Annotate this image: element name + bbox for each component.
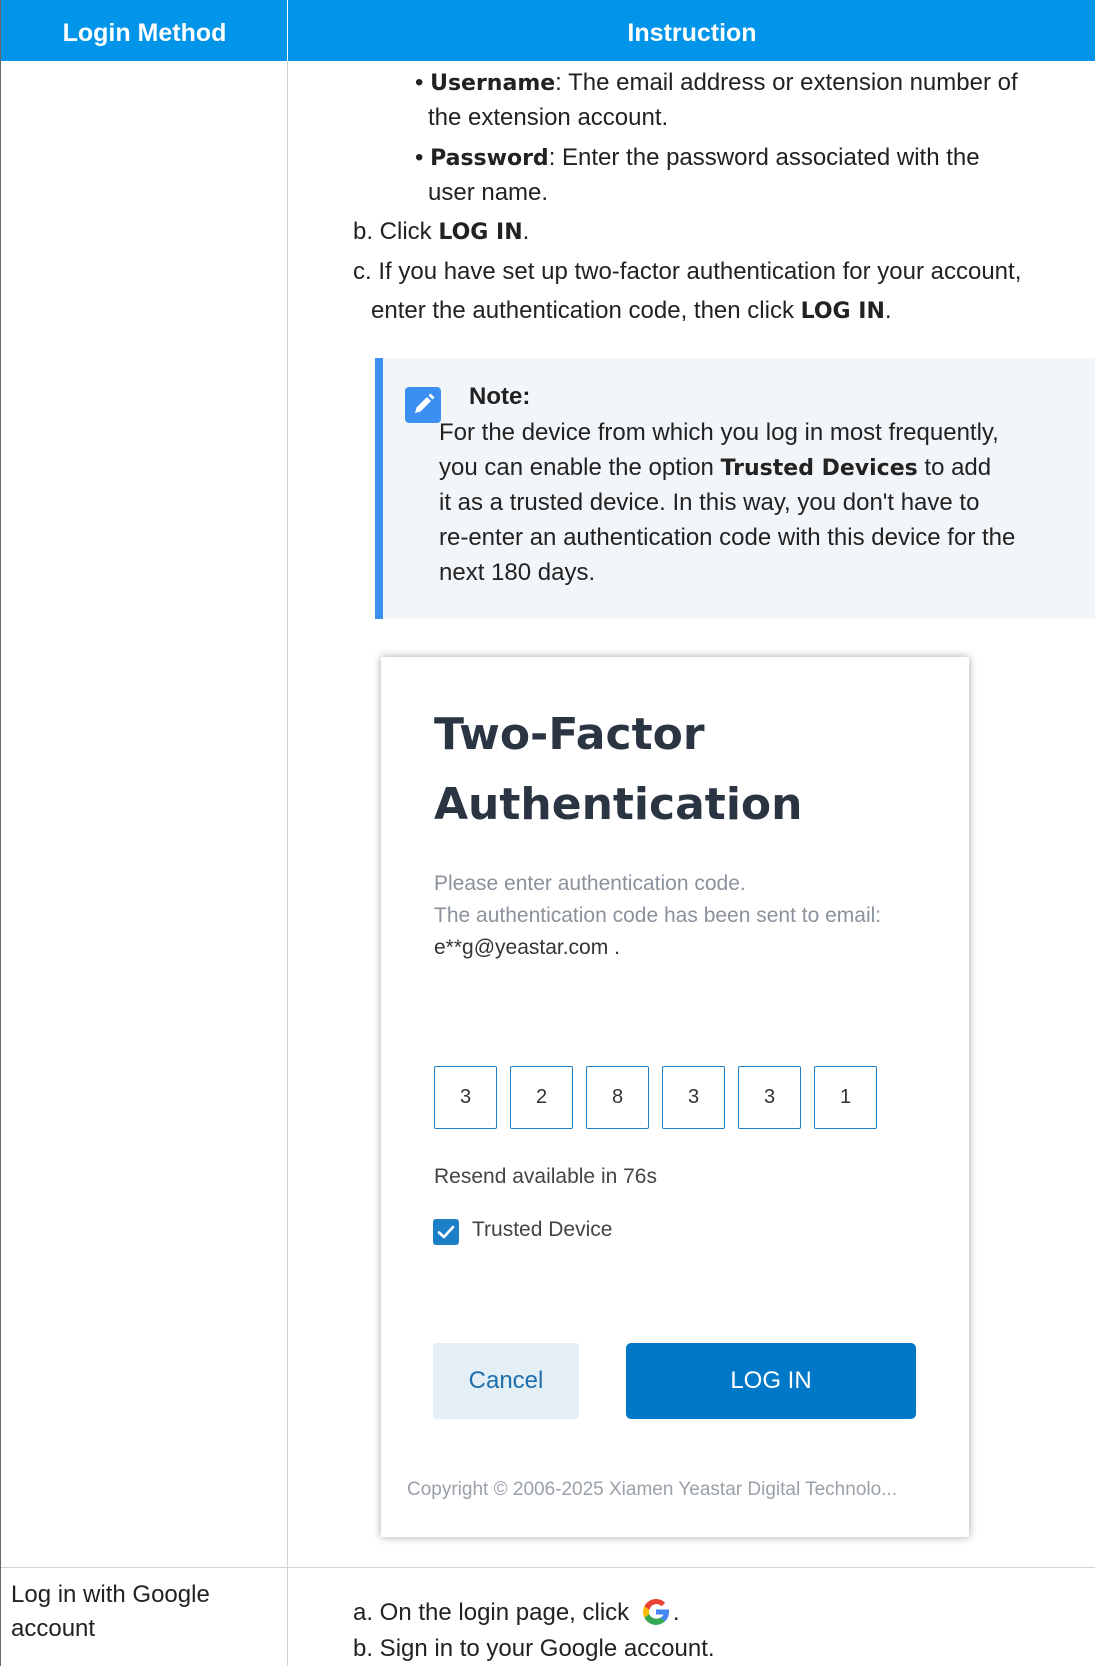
google-step-b: b. Sign in to your Google account. bbox=[353, 1635, 715, 1662]
bullet-username: • Username: The email address or extensi… bbox=[415, 69, 1018, 96]
trusted-device-checkbox[interactable] bbox=[433, 1219, 459, 1245]
google-step-a-suffix: . bbox=[672, 1599, 680, 1626]
row-divider bbox=[1, 1567, 1095, 1568]
code-digit-2[interactable]: 2 bbox=[510, 1066, 573, 1129]
dialog-title-line1: Two-Factor bbox=[434, 709, 705, 760]
username-desc-line2: the extension account. bbox=[428, 104, 669, 131]
note-line4: re-enter an authentication code with thi… bbox=[439, 524, 1016, 551]
password-term: Password bbox=[430, 146, 549, 171]
method-google-line2: account bbox=[11, 1615, 96, 1642]
step-b-bold: LOG IN bbox=[438, 220, 523, 245]
dialog-email: e**g@yeastar.com . bbox=[434, 936, 620, 959]
code-digit-1[interactable]: 3 bbox=[434, 1066, 497, 1129]
step-b-click-login: b. Click LOG IN. bbox=[353, 215, 529, 250]
google-step-a-text: a. On the login page, click bbox=[353, 1599, 636, 1626]
column-divider bbox=[287, 61, 288, 1666]
note-line3: it as a trusted device. In this way, you… bbox=[439, 489, 980, 516]
column-header-login-method: Login Method bbox=[62, 19, 227, 47]
code-digit-3[interactable]: 8 bbox=[586, 1066, 649, 1129]
copyright-text: Copyright © 2006-2025 Xiamen Yeastar Dig… bbox=[407, 1479, 898, 1500]
step-b-prefix: b. Click bbox=[353, 218, 439, 245]
step-b-suffix: . bbox=[522, 218, 530, 245]
login-methods-table: Login Method Instruction • Username: The… bbox=[0, 0, 1095, 1666]
resend-countdown: Resend available in 76s bbox=[434, 1165, 657, 1188]
login-button[interactable]: LOG IN bbox=[626, 1343, 916, 1419]
step-c-line2: enter the authentication code, then clic… bbox=[371, 294, 892, 329]
method-google-line1: Log in with Google bbox=[11, 1581, 210, 1608]
username-term: Username bbox=[430, 71, 556, 96]
username-desc-line1: : The email address or extension number … bbox=[555, 69, 1018, 96]
checkmark-icon bbox=[437, 1225, 455, 1239]
note-line2-suffix: to add bbox=[917, 454, 992, 481]
column-header-instruction: Instruction bbox=[627, 19, 757, 47]
two-factor-dialog-screenshot: Two-Factor Authentication Please enter a… bbox=[381, 657, 969, 1537]
edit-note-icon bbox=[405, 387, 441, 423]
note-line1: For the device from which you log in mos… bbox=[439, 419, 999, 446]
note-title: Note: bbox=[469, 383, 531, 410]
step-c-line2-bold: LOG IN bbox=[800, 299, 885, 324]
note-line2: you can enable the option Trusted Device… bbox=[439, 449, 991, 488]
note-line2-bold: Trusted Devices bbox=[720, 456, 918, 481]
code-digit-5[interactable]: 3 bbox=[738, 1066, 801, 1129]
code-digit-6[interactable]: 1 bbox=[814, 1066, 877, 1129]
note-line5: next 180 days. bbox=[439, 559, 596, 586]
dialog-title-line2: Authentication bbox=[434, 779, 803, 830]
note-line2-prefix: you can enable the option bbox=[439, 454, 721, 481]
trusted-device-label[interactable]: Trusted Device bbox=[472, 1218, 612, 1242]
password-desc-line1: : Enter the password associated with the bbox=[548, 144, 980, 171]
table-header: Login Method Instruction bbox=[1, 0, 1095, 61]
password-desc-line2: user name. bbox=[428, 179, 549, 206]
bullet-password: • Password: Enter the password associate… bbox=[415, 144, 980, 171]
note-callout: Note: For the device from which you log … bbox=[375, 358, 1095, 619]
cancel-button[interactable]: Cancel bbox=[433, 1343, 579, 1419]
code-digit-4[interactable]: 3 bbox=[662, 1066, 725, 1129]
dialog-message-line1: Please enter authentication code. bbox=[434, 872, 746, 895]
step-c-line2-suffix: . bbox=[884, 297, 892, 324]
step-c-line2-prefix: enter the authentication code, then clic… bbox=[371, 297, 801, 324]
dialog-message-line2: The authentication code has been sent to… bbox=[434, 904, 882, 927]
step-c-line1: c. If you have set up two-factor authent… bbox=[353, 258, 1022, 285]
